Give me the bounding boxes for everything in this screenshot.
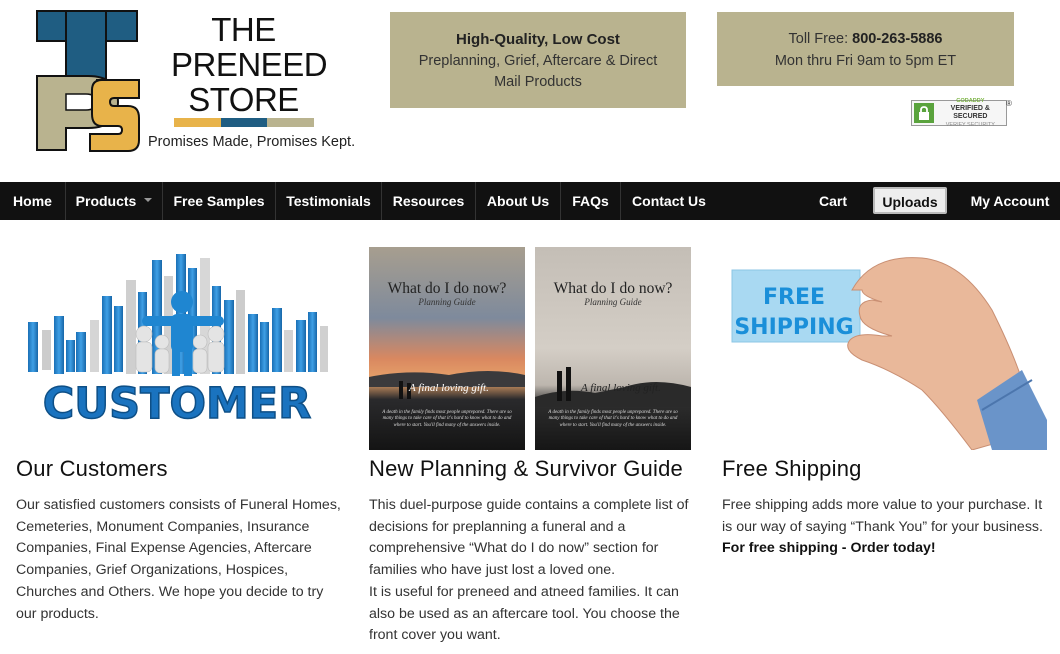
store-name-line-3: STORE: [188, 81, 299, 118]
nav-faqs[interactable]: FAQs: [561, 182, 621, 220]
book-subtitle-2: Planning Guide: [584, 297, 642, 307]
uploads-button[interactable]: Uploads: [873, 187, 947, 214]
tps-logo-mark: [36, 10, 140, 152]
customers-body: Our satisfied customers consists of Fune…: [16, 497, 341, 622]
store-name-line-1: THE: [211, 11, 276, 48]
promo-box: High-Quality, Low Cost Preplanning, Grie…: [390, 12, 686, 108]
free-shipping-image[interactable]: FREE SHIPPING: [722, 250, 1047, 450]
logo-color-bar: [174, 118, 315, 127]
guide-body-1: This duel-purpose guide contains a compl…: [369, 497, 689, 579]
guide-cover-clouds[interactable]: What do I do now? Planning Guide A final…: [535, 247, 691, 450]
nav-my-account[interactable]: My Account: [960, 182, 1060, 220]
seal-text: GODADDY VERIFIED & SECURED VERIFY SECURI…: [937, 97, 1004, 129]
tagline: Promises Made, Promises Kept.: [148, 134, 356, 150]
shipping-body: Free shipping adds more value to your pu…: [722, 495, 1052, 560]
card-text-line-2: SHIPPING: [734, 315, 853, 340]
book-gift-text-2: A final loving gift.: [581, 382, 661, 394]
seal-line-2: VERIFY SECURITY: [945, 122, 995, 128]
nav-about[interactable]: About Us: [476, 182, 561, 220]
contact-phone-line: Toll Free: 800-263-5886: [717, 28, 1014, 50]
business-hours: Mon thru Fri 9am to 5pm ET: [774, 53, 957, 69]
seal-brand: GODADDY: [956, 98, 985, 104]
toll-free-label: Toll Free:: [788, 31, 849, 47]
customers-title: Our Customers: [16, 456, 168, 481]
shipping-title: Free Shipping: [722, 456, 862, 481]
security-seal[interactable]: GODADDY VERIFIED & SECURED VERIFY SECURI…: [911, 97, 1007, 129]
nav-home[interactable]: Home: [0, 182, 66, 220]
nav-resources[interactable]: Resources: [382, 182, 476, 220]
shipping-cta[interactable]: For free shipping - Order today!: [722, 540, 936, 556]
store-name-line-2: PRENEED: [171, 46, 328, 83]
seal-line-1: VERIFIED & SECURED: [950, 105, 990, 120]
contact-box: Toll Free: 800-263-5886 Mon thru Fri 9am…: [717, 12, 1014, 86]
book-fine-print: A death in the family finds most people …: [382, 410, 512, 428]
site-header: THE PRENEED STORE Promises Made, Promise…: [0, 0, 1060, 182]
nav-contact[interactable]: Contact Us: [621, 182, 717, 220]
book-fine-print-2: A death in the family finds most people …: [548, 410, 678, 428]
nav-products[interactable]: Products: [66, 182, 163, 220]
guide-title: New Planning & Survivor Guide: [369, 456, 683, 481]
customer-image[interactable]: CUSTOMER: [16, 250, 338, 450]
book-gift-text: A final loving gift.: [409, 382, 489, 394]
nav-testimonials[interactable]: Testimonials: [276, 182, 382, 220]
caret-down-icon: [144, 198, 153, 203]
registered-mark: ®: [1006, 99, 1012, 108]
guide-body: This duel-purpose guide contains a compl…: [369, 495, 699, 647]
nav-products-label: Products: [75, 193, 137, 209]
shipping-body-text: Free shipping adds more value to your pu…: [722, 497, 1043, 535]
guide-cover-sunset[interactable]: What do I do now? Planning Guide A final…: [369, 247, 525, 450]
phone-number[interactable]: 800-263-5886: [852, 31, 942, 47]
book-subtitle: Planning Guide: [418, 297, 476, 307]
promo-body: Preplanning, Grief, Aftercare & Direct M…: [418, 52, 658, 91]
book-title-2: What do I do now?: [553, 280, 673, 297]
nav-cart[interactable]: Cart: [806, 182, 860, 220]
card-text-line-1: FREE: [763, 285, 825, 310]
promo-headline: High-Quality, Low Cost: [456, 31, 620, 48]
guide-body-2: It is useful for preneed and atneed fami…: [369, 583, 680, 644]
store-name: THE PRENEED STORE: [171, 11, 328, 118]
site-logo[interactable]: THE PRENEED STORE Promises Made, Promise…: [36, 10, 356, 155]
nav-free-samples[interactable]: Free Samples: [163, 182, 276, 220]
book-title: What do I do now?: [387, 280, 507, 297]
lock-icon: [914, 103, 934, 123]
